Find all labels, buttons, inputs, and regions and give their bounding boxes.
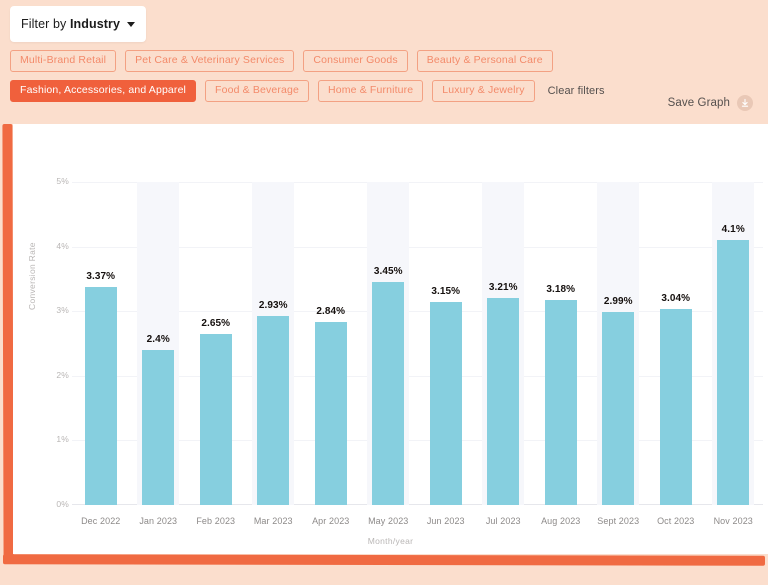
filter-dropdown-prefix: Filter by	[21, 17, 70, 31]
bar[interactable]	[315, 322, 347, 505]
bar[interactable]	[545, 300, 577, 505]
frame-accent-bottom	[3, 554, 765, 566]
plot-grid: 3.37% Dec 2022 2.4% Jan 2023 2.65% Feb 2023 2.…	[72, 124, 768, 554]
bar-value-label: 4.1%	[703, 224, 763, 235]
bar[interactable]	[717, 240, 749, 505]
bar-value-label: 2.4%	[128, 334, 188, 345]
x-axis-tick-label: Aug 2023	[529, 516, 593, 526]
y-axis-tick-label: 2%	[39, 370, 69, 380]
bar[interactable]	[142, 350, 174, 505]
clear-filters-button[interactable]: Clear filters	[548, 85, 605, 97]
y-axis-tick-label: 3%	[39, 305, 69, 315]
bar-value-label: 2.65%	[186, 318, 246, 329]
y-axis-ticks: 0% 1% 2% 3% 4% 5%	[31, 124, 69, 554]
industry-chip-consumer-goods[interactable]: Consumer Goods	[303, 50, 407, 72]
y-axis-tick-label: 5%	[39, 176, 69, 186]
filter-by-industry-dropdown[interactable]: Filter by Industry	[10, 6, 146, 42]
filter-dropdown-label: Filter by Industry	[21, 17, 120, 31]
bar-value-label: 3.37%	[71, 271, 131, 282]
bar[interactable]	[200, 334, 232, 505]
x-axis-title: Month/year	[13, 536, 768, 546]
industry-chip-luxury-jewelry[interactable]: Luxury & Jewelry	[432, 80, 534, 102]
filter-dropdown-value: Industry	[70, 17, 120, 31]
bar-value-label: 3.15%	[416, 286, 476, 297]
bar-value-label: 2.93%	[243, 300, 303, 311]
download-icon	[737, 95, 753, 111]
save-graph-label: Save Graph	[668, 97, 730, 109]
x-axis-tick-label: Jan 2023	[126, 516, 190, 526]
bar[interactable]	[85, 287, 117, 505]
x-axis-tick-label: Apr 2023	[299, 516, 363, 526]
industry-chip-food-beverage[interactable]: Food & Beverage	[205, 80, 309, 102]
industry-chip-fashion-accessories-apparel[interactable]: Fashion, Accessories, and Apparel	[10, 80, 196, 102]
filter-panel: Filter by Industry Multi-Brand Retail Pe…	[0, 0, 768, 126]
bar-value-label: 2.99%	[588, 296, 648, 307]
y-axis-tick-label: 4%	[39, 241, 69, 251]
bar-value-label: 3.45%	[358, 266, 418, 277]
bar-value-label: 2.84%	[301, 306, 361, 317]
bar[interactable]	[372, 282, 404, 505]
x-axis-tick-label: May 2023	[356, 516, 420, 526]
frame-accent-left	[2, 124, 13, 564]
chevron-down-icon	[127, 22, 135, 27]
industry-chip-row-2: Fashion, Accessories, and Apparel Food &…	[10, 80, 762, 102]
y-axis-tick-label: 0%	[39, 499, 69, 509]
x-axis-tick-label: Nov 2023	[701, 516, 765, 526]
industry-chip-multi-brand-retail[interactable]: Multi-Brand Retail	[10, 50, 116, 72]
industry-chip-beauty-personal-care[interactable]: Beauty & Personal Care	[417, 50, 553, 72]
graph-card: Conversion Rate 0%1%2%3%4%5% 3.37%Dec 20…	[13, 124, 768, 554]
bar[interactable]	[430, 302, 462, 505]
x-axis-tick-label: Oct 2023	[644, 516, 708, 526]
save-graph-button[interactable]: Save Graph	[668, 95, 753, 111]
x-axis-tick-label: Feb 2023	[184, 516, 248, 526]
x-axis-tick-label: Mar 2023	[241, 516, 305, 526]
industry-chip-home-furniture[interactable]: Home & Furniture	[318, 80, 423, 102]
graph-frame: Conversion Rate 0%1%2%3%4%5% 3.37%Dec 20…	[0, 122, 768, 585]
bar[interactable]	[602, 312, 634, 505]
bar-value-label: 3.21%	[473, 282, 533, 293]
x-axis-tick-label: Dec 2022	[69, 516, 133, 526]
conversion-rate-bar-chart: Conversion Rate 0%1%2%3%4%5% 3.37%Dec 20…	[13, 124, 768, 554]
x-axis-tick-label: Sept 2023	[586, 516, 650, 526]
bar-value-label: 3.04%	[646, 293, 706, 304]
bar[interactable]	[660, 309, 692, 505]
bar[interactable]	[257, 316, 289, 505]
industry-chip-list: Multi-Brand Retail Pet Care & Veterinary…	[10, 50, 762, 110]
bar[interactable]	[487, 298, 519, 505]
x-axis-tick-label: Jul 2023	[471, 516, 535, 526]
industry-chip-row-1: Multi-Brand Retail Pet Care & Veterinary…	[10, 50, 762, 72]
bar-value-label: 3.18%	[531, 284, 591, 295]
x-axis-tick-label: Jun 2023	[414, 516, 478, 526]
industry-chip-pet-care-veterinary-services[interactable]: Pet Care & Veterinary Services	[125, 50, 294, 72]
y-axis-tick-label: 1%	[39, 434, 69, 444]
